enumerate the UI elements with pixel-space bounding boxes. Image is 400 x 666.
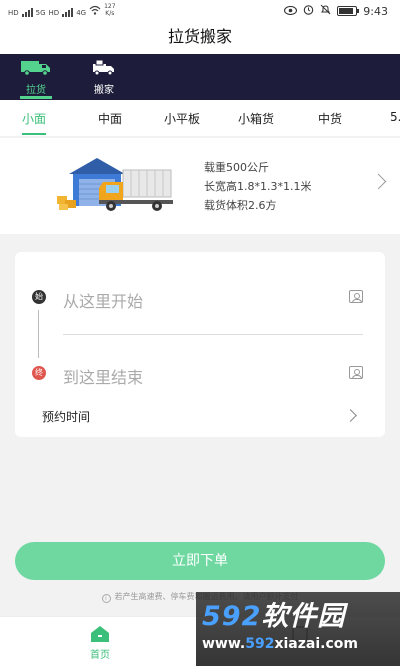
watermark-url: www.592xiazai.com [202, 636, 358, 652]
signal-icon-2 [62, 7, 74, 17]
nav-active-indicator [20, 96, 52, 99]
top-nav: 拉货 搬家 [0, 54, 400, 100]
moving-truck-icon [82, 59, 126, 79]
address-card: 始 从这里开始 终 到这里结束 预约时间 [15, 252, 385, 437]
watermark-url-num: 592 [245, 636, 275, 652]
route-line [38, 310, 39, 358]
vehicle-card[interactable]: 载重500公斤 长宽高1.8*1.3*1.1米 载货体积2.6方 [0, 138, 400, 234]
net-speed: 127 K/s [104, 3, 115, 17]
battery-icon [337, 6, 360, 16]
end-pin-icon: 终 [32, 366, 46, 380]
hd-tag: HD [8, 9, 19, 17]
start-address-input[interactable]: 从这里开始 [63, 288, 143, 312]
category-active-indicator [22, 133, 46, 135]
status-time: 9:43 [363, 4, 388, 18]
alarm-icon [303, 4, 314, 18]
info-icon: i [101, 594, 111, 603]
home-icon [90, 626, 110, 646]
watermark-title: 592软件园 [202, 594, 345, 633]
tab-xiaopingban[interactable]: 小平板 [164, 110, 200, 127]
tab-home-label: 首页 [90, 650, 110, 661]
appointment-time-row[interactable]: 预约时间 [15, 400, 385, 434]
spec-load: 载重500公斤 [204, 161, 269, 174]
appointment-time-label: 预约时间 [42, 410, 91, 424]
order-now-button[interactable]: 立即下单 [15, 542, 385, 580]
nav-label-moving: 搬家 [94, 85, 114, 96]
network-tag-2: 4G [76, 9, 87, 17]
watermark-title-text: 软件园 [261, 601, 346, 632]
spec-volume: 载货体积2.6方 [204, 199, 277, 212]
spec-dimensions: 长宽高1.8*1.3*1.1米 [204, 180, 312, 193]
nav-item-moving[interactable]: 搬家 [82, 59, 126, 96]
tab-home[interactable]: 首页 [80, 625, 120, 661]
vehicle-specs: 载重500公斤 长宽高1.8*1.3*1.1米 载货体积2.6方 [204, 158, 311, 215]
mute-icon [320, 4, 331, 18]
status-left: HD 5G HD 4G 127 K/s [8, 3, 116, 17]
net-speed-unit: K/s [105, 10, 115, 17]
watermark-title-num: 592 [202, 601, 262, 632]
net-speed-value: 127 [104, 3, 116, 10]
tab-zhongmian[interactable]: 中面 [98, 110, 122, 127]
page-title: 拉货搬家 [0, 22, 400, 54]
nav-item-cargo[interactable]: 拉货 [14, 60, 58, 96]
contact-book-icon-2[interactable] [349, 366, 363, 379]
tab-zhonghuo[interactable]: 中货 [318, 110, 342, 127]
wifi-icon [89, 5, 101, 17]
vehicle-category-tabs: 小面 中面 小平板 小箱货 中货 5. [0, 100, 400, 136]
watermark: 592软件园 www.592xiazai.com [196, 592, 400, 666]
chevron-right-icon[interactable] [370, 173, 387, 190]
contact-book-icon[interactable] [349, 290, 363, 303]
network-tag: 5G [35, 9, 46, 17]
truck-icon [14, 60, 58, 79]
tab-xiaoxianghuo[interactable]: 小箱货 [238, 110, 274, 127]
signal-icon [21, 7, 33, 17]
hd-tag-2: HD [48, 9, 60, 17]
watermark-url-suffix: xiazai.com [274, 636, 358, 652]
address-divider [63, 334, 363, 335]
eye-icon [284, 5, 298, 18]
end-address-input[interactable]: 到这里结束 [63, 364, 143, 388]
tab-more[interactable]: 5. [390, 110, 400, 124]
watermark-url-prefix: www. [202, 636, 246, 652]
chevron-right-icon-2 [344, 409, 357, 422]
status-bar: HD 5G HD 4G 127 K/s 9:43 [0, 0, 400, 22]
start-pin-icon: 始 [32, 290, 46, 304]
tab-xiaomian[interactable]: 小面 [22, 110, 46, 127]
nav-label-cargo: 拉货 [26, 85, 46, 96]
vehicle-illustration [55, 152, 175, 218]
status-right: 9:43 [284, 4, 388, 18]
